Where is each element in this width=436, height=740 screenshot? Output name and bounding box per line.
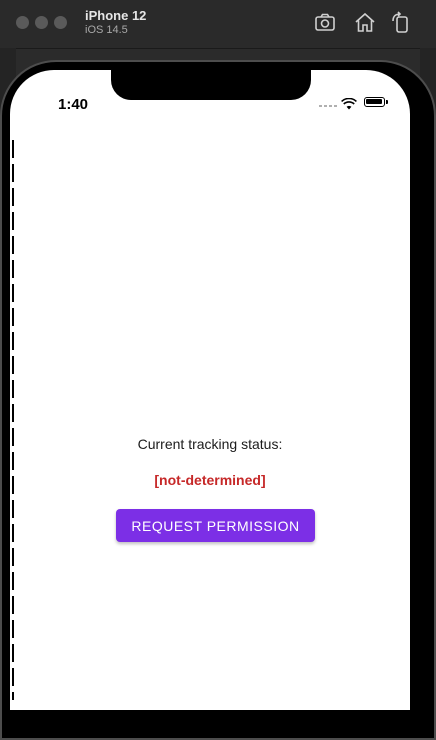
home-icon[interactable] bbox=[353, 11, 377, 35]
device-name: iPhone 12 bbox=[85, 8, 147, 23]
request-permission-button[interactable]: REQUEST PERMISSION bbox=[116, 509, 315, 542]
close-window-button[interactable] bbox=[16, 16, 29, 29]
camera-icon[interactable] bbox=[313, 11, 337, 35]
status-bar-time: 1:40 bbox=[58, 96, 89, 113]
notch bbox=[111, 70, 311, 100]
screen-left-edge bbox=[12, 140, 14, 700]
os-version: iOS 14.5 bbox=[85, 24, 128, 36]
wifi-icon bbox=[341, 97, 357, 110]
minimize-window-button[interactable] bbox=[35, 16, 48, 29]
tracking-status-value: [not-determined] bbox=[154, 472, 266, 488]
zoom-window-button[interactable] bbox=[54, 16, 67, 29]
rotate-icon[interactable] bbox=[389, 11, 413, 35]
signal-dots bbox=[319, 105, 337, 107]
simulator-titlebar: iPhone 12 iOS 14.5 bbox=[0, 0, 436, 49]
tracking-status-label: Current tracking status: bbox=[137, 436, 283, 452]
battery-level bbox=[366, 99, 382, 104]
device-screen: 1:40 Current tracking status: [not-deter… bbox=[10, 70, 410, 710]
battery-icon bbox=[364, 97, 388, 107]
